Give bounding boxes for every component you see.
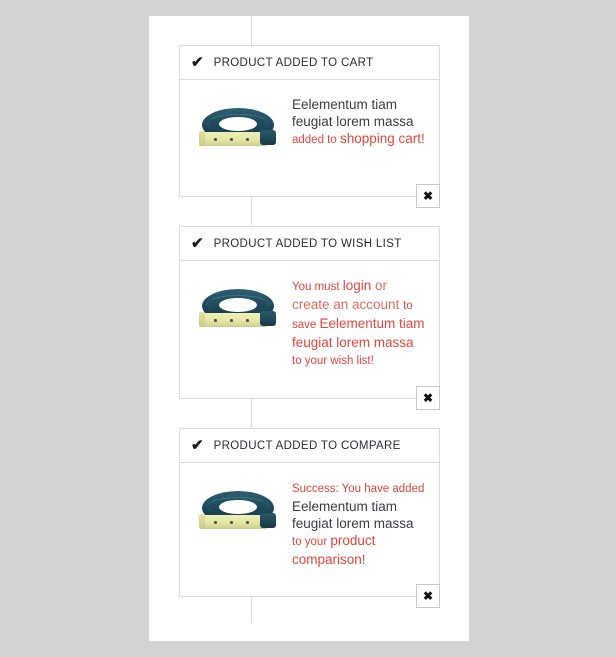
notification-card-added-to-cart: ✔ PRODUCT ADDED TO CART Eelementum tiam fe… [179, 45, 440, 208]
product-thumbnail [198, 281, 282, 349]
card-footer: ✖ [180, 174, 440, 208]
notification-card-added-to-wish-list: ✔ PRODUCT ADDED TO WISH LIST You must logi… [179, 226, 440, 410]
message-segment: to your wish list! [292, 355, 374, 367]
check-icon: ✔ [191, 54, 204, 71]
card-footer: ✖ [180, 574, 440, 608]
product-image-belt [198, 100, 282, 160]
message-segment: Eelementum tiam feugiat lorem massa [292, 499, 414, 531]
product-image-belt [198, 281, 282, 341]
notification-message: You must login or create an account to s… [282, 275, 429, 370]
notification-message: Success: You have added Eelementum tiam … [282, 477, 429, 568]
card-body: You must login or create an account to s… [180, 261, 439, 376]
card-connector-line [251, 399, 252, 428]
close-icon[interactable]: ✖ [416, 386, 440, 410]
check-icon: ✔ [191, 437, 204, 454]
card-title: PRODUCT ADDED TO CART [213, 56, 374, 69]
card-connector-line [251, 597, 252, 622]
check-icon: ✔ [191, 235, 204, 252]
card-connector-line [251, 197, 252, 226]
product-thumbnail [198, 100, 282, 168]
card-header: ✔ PRODUCT ADDED TO CART [180, 46, 439, 80]
notification-message: Eelementum tiam feugiat lorem massa adde… [282, 94, 429, 149]
notification-stack: ✔ PRODUCT ADDED TO CART Eelementum tiam fe… [179, 16, 440, 622]
message-segment: to your [292, 536, 331, 548]
card-header: ✔ PRODUCT ADDED TO COMPARE [180, 429, 439, 463]
message-segment: shopping cart! [339, 131, 425, 146]
card-connector-line [251, 16, 252, 45]
message-segment: You must [292, 281, 343, 293]
card-footer: ✖ [180, 376, 440, 410]
message-segment: Eelementum tiam feugiat lorem massa [292, 97, 414, 129]
card-title: PRODUCT ADDED TO WISH LIST [213, 237, 402, 250]
message-segment: Success: You have added [292, 483, 425, 495]
close-icon[interactable]: ✖ [416, 184, 440, 208]
card-title: PRODUCT ADDED TO COMPARE [213, 439, 401, 452]
message-segment: added to [292, 134, 340, 146]
card-body: Success: You have added Eelementum tiam … [180, 463, 439, 574]
close-icon[interactable]: ✖ [416, 584, 440, 608]
product-image-belt [198, 483, 282, 543]
message-segment: login [342, 278, 375, 293]
card-header: ✔ PRODUCT ADDED TO WISH LIST [180, 227, 439, 261]
product-thumbnail [198, 483, 282, 551]
card-body: Eelementum tiam feugiat lorem massa adde… [180, 80, 439, 174]
page-sheet: ✔ PRODUCT ADDED TO CART Eelementum tiam fe… [149, 16, 469, 641]
notification-card-added-to-compare: ✔ PRODUCT ADDED TO COMPARE Success: You ha… [179, 428, 440, 608]
